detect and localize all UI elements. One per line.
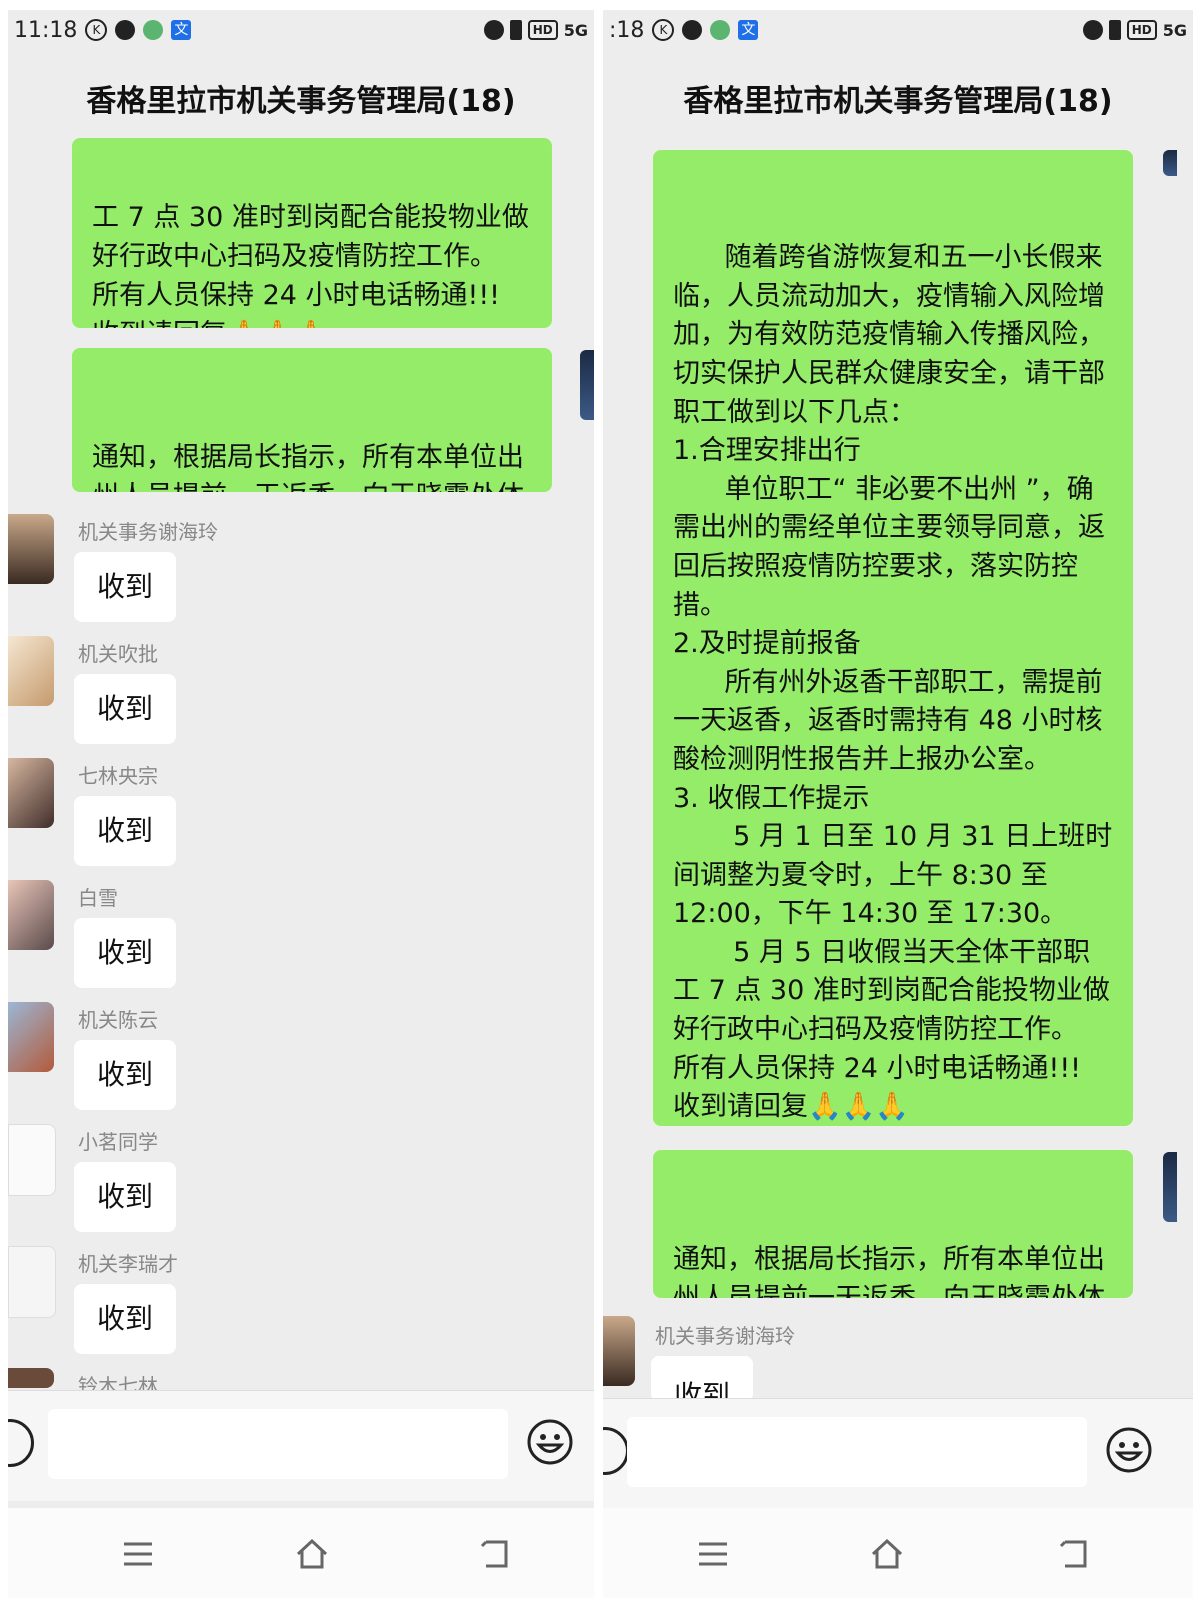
home-icon[interactable] [292,1534,332,1574]
clock-time: 11:18 [14,17,78,43]
avatar-self[interactable] [1163,1152,1177,1222]
reply-bubble[interactable]: 收到 [74,552,176,622]
alarm-icon [483,20,504,40]
reply-bubble[interactable]: 收到 [74,1162,176,1232]
avatar[interactable] [603,1316,635,1386]
back-icon[interactable] [476,1534,516,1574]
message-input[interactable] [627,1417,1087,1487]
chat-title: 香格里拉市机关事务管理局(18) [603,58,1193,138]
message-composer [8,1390,594,1501]
reply-bubble[interactable]: 收到 [74,918,176,988]
chat-title: 香格里拉市机关事务管理局(18) [8,58,594,138]
chat-notification-icon [682,20,703,40]
message-text: 通知，根据局长指示，所有本单位出州人员提前一天返香，向王晓霞处体检健康码及核酸检… [673,1244,1105,1298]
avatar-self[interactable] [1163,150,1177,176]
voice-icon[interactable] [603,1427,629,1475]
translate-icon: 文 [738,20,759,40]
sender-name: 机关李瑞才 [78,1252,178,1276]
message-text: 随着跨省游恢复和五一小长假来临，人员流动加大，疫情输入风险增加，为有效防范疫情输… [673,242,1113,1123]
avatar[interactable] [8,758,54,828]
sender-name: 机关事务谢海玲 [655,1324,795,1348]
k-icon: K [85,19,108,41]
avatar[interactable] [8,636,54,706]
status-bar: :18 K 文 HD 5G [603,10,1193,50]
network-label: 5G [1162,20,1187,40]
message-bubble-notice[interactable]: 通知，根据局长指示，所有本单位出州人员提前一天返香，向王晓霞处体检健康码及核酸检… [653,1150,1133,1298]
avatar-self[interactable] [580,350,594,420]
back-icon[interactable] [1055,1534,1095,1574]
avatar[interactable] [8,514,54,584]
voice-icon[interactable] [8,1419,34,1467]
sender-name: 机关事务谢海玲 [78,520,218,544]
clock-time: :18 [609,17,645,43]
reply-bubble[interactable]: 收到 [74,674,176,744]
message-input[interactable] [48,1409,508,1479]
sender-name: 白雪 [78,886,118,910]
hd-icon: HD [1126,20,1157,40]
app-notification-icon [710,20,731,40]
message-text: 工 7 点 30 准时到岗配合能投物业做好行政中心扫码及疫情防控工作。 所有人员… [92,202,529,328]
message-bubble-self[interactable]: 工 7 点 30 准时到岗配合能投物业做好行政中心扫码及疫情防控工作。 所有人员… [72,138,552,328]
chat-screen-right: :18 K 文 HD 5G 香格里拉市机关事务管理局(18) 随着跨省游恢复和五… [603,10,1193,1598]
home-icon[interactable] [867,1534,907,1574]
message-bubble-self[interactable]: 随着跨省游恢复和五一小长假来临，人员流动加大，疫情输入风险增加，为有效防范疫情输… [653,150,1133,1126]
chat-screen-left: 11:18 K 文 HD 5G 香格里拉市机关事务管理局(18) 工 7 点 3… [8,10,594,1598]
chat-title-text: 香格里拉市机关事务管理局(18) [86,84,516,119]
alarm-icon [1082,20,1103,40]
sender-name: 七林央宗 [78,764,158,788]
message-bubble-notice[interactable]: 通知，根据局长指示，所有本单位出州人员提前一天返香，向王晓霞处体检健康码及核酸检… [72,348,552,492]
reply-bubble[interactable]: 收到 [651,1356,753,1402]
app-notification-icon [143,20,164,40]
vibrate-icon [1108,20,1121,40]
menu-icon[interactable] [118,1534,158,1574]
sender-name: 机关吹批 [78,642,158,666]
avatar[interactable] [8,1368,54,1388]
network-label: 5G [563,20,588,40]
avatar[interactable] [8,1124,56,1196]
reply-bubble[interactable]: 收到 [74,1284,176,1354]
avatar[interactable] [8,1002,54,1072]
system-nav-bar [8,1508,594,1598]
hd-icon: HD [527,20,558,40]
vibrate-icon [509,20,522,40]
status-bar: 11:18 K 文 HD 5G [8,10,594,50]
message-text: 通知，根据局长指示，所有本单位出州人员提前一天返香，向王晓霞处体检健康码及核酸检… [92,442,524,492]
avatar[interactable] [8,1246,56,1318]
chat-notification-icon [115,20,136,40]
menu-icon[interactable] [693,1534,733,1574]
emoji-icon[interactable] [526,1418,574,1466]
chat-title-text: 香格里拉市机关事务管理局(18) [683,84,1113,119]
sender-name: 小茗同学 [78,1130,158,1154]
message-composer [603,1398,1193,1509]
emoji-icon[interactable] [1105,1426,1153,1474]
k-icon: K [652,19,675,41]
reply-bubble[interactable]: 收到 [74,796,176,866]
reply-bubble[interactable]: 收到 [74,1040,176,1110]
avatar[interactable] [8,880,54,950]
system-nav-bar [603,1508,1193,1598]
translate-icon: 文 [171,20,192,40]
sender-name: 机关陈云 [78,1008,158,1032]
